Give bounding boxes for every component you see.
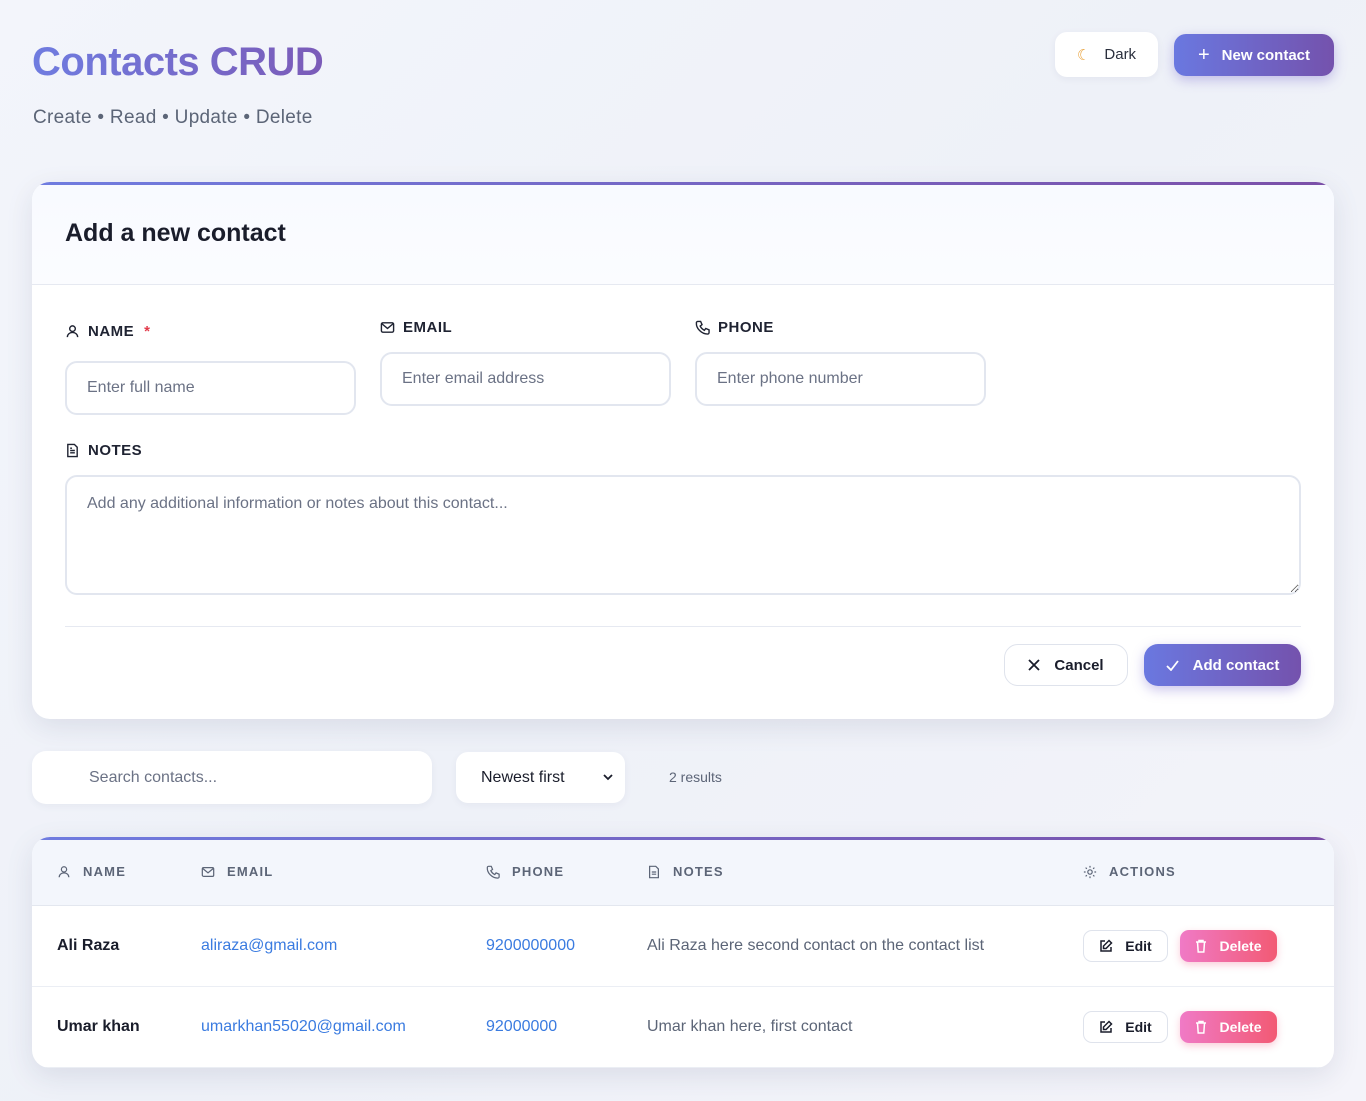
theme-toggle-label: Dark — [1104, 46, 1137, 63]
edit-button[interactable]: Edit — [1083, 1011, 1168, 1043]
notes-label: NOTES — [65, 442, 142, 459]
edit-label: Edit — [1125, 938, 1152, 954]
name-label: NAME * — [65, 323, 151, 340]
add-contact-form: Add a new contact NAME * EMAIL PHONE NOT… — [32, 182, 1334, 719]
contact-email-link[interactable]: aliraza@gmail.com — [201, 937, 337, 955]
search-input[interactable] — [32, 751, 432, 804]
form-header: Add a new contact — [32, 185, 1334, 285]
cancel-label: Cancel — [1054, 656, 1104, 674]
edit-button[interactable]: Edit — [1083, 930, 1168, 962]
contacts-table: NAME EMAIL PHONE NOTES ACTIONS Ali Raza … — [32, 837, 1334, 1068]
document-icon — [65, 443, 80, 458]
phone-label-text: PHONE — [718, 319, 774, 336]
form-title: Add a new contact — [65, 219, 286, 247]
document-icon — [647, 865, 661, 879]
table-row: Ali Raza aliraza@gmail.com 9200000000 Al… — [32, 906, 1334, 987]
check-icon — [1166, 659, 1179, 671]
delete-button[interactable]: Delete — [1180, 930, 1277, 962]
add-contact-button[interactable]: Add contact — [1144, 644, 1301, 686]
mail-icon — [380, 320, 395, 335]
cancel-button[interactable]: Cancel — [1004, 644, 1128, 686]
edit-label: Edit — [1125, 1019, 1152, 1035]
column-header-name: NAME — [57, 864, 126, 879]
chevron-down-icon — [603, 774, 613, 781]
name-label-text: NAME — [88, 323, 135, 340]
mail-icon — [201, 865, 215, 879]
close-icon — [1028, 659, 1041, 671]
column-header-phone: PHONE — [486, 864, 564, 879]
delete-label: Delete — [1219, 1019, 1262, 1035]
trash-icon — [1195, 939, 1207, 953]
phone-label: PHONE — [695, 319, 774, 336]
contact-phone-link[interactable]: 92000000 — [486, 1018, 557, 1036]
contact-notes: Umar khan here, first contact — [647, 1018, 853, 1035]
delete-button[interactable]: Delete — [1180, 1011, 1277, 1043]
column-header-email: EMAIL — [201, 864, 273, 879]
contact-name: Ali Raza — [57, 937, 120, 954]
form-divider — [65, 626, 1301, 627]
contact-name: Umar khan — [57, 1018, 140, 1035]
phone-input[interactable] — [695, 352, 986, 406]
gear-icon — [1083, 865, 1097, 879]
edit-icon — [1099, 939, 1113, 953]
contact-email-link[interactable]: umarkhan55020@gmail.com — [201, 1018, 406, 1036]
moon-icon: ☾ — [1076, 46, 1091, 64]
column-header-phone-text: PHONE — [512, 864, 565, 879]
column-header-name-text: NAME — [83, 864, 127, 879]
column-header-notes: NOTES — [647, 864, 724, 879]
notes-label-text: NOTES — [88, 442, 143, 459]
table-row: Umar khan umarkhan55020@gmail.com 920000… — [32, 987, 1334, 1068]
name-input[interactable] — [65, 361, 356, 415]
sort-select-value: Newest first — [481, 768, 565, 786]
user-icon — [65, 324, 80, 339]
email-label: EMAIL — [380, 319, 452, 336]
email-label-text: EMAIL — [403, 319, 453, 336]
email-input[interactable] — [380, 352, 671, 406]
plus-icon: + — [1197, 44, 1210, 66]
column-header-notes-text: NOTES — [673, 864, 724, 879]
new-contact-button[interactable]: + New contact — [1174, 34, 1334, 76]
contact-notes: Ali Raza here second contact on the cont… — [647, 937, 985, 954]
notes-textarea[interactable] — [65, 475, 1301, 595]
add-contact-label: Add contact — [1192, 656, 1280, 674]
sort-select[interactable]: Newest first — [456, 752, 625, 803]
page-title: Contacts CRUD — [32, 40, 324, 84]
required-mark: * — [144, 323, 151, 340]
page-subtitle: Create • Read • Update • Delete — [33, 107, 313, 128]
column-header-actions-text: ACTIONS — [1109, 864, 1176, 879]
column-header-email-text: EMAIL — [227, 864, 274, 879]
phone-icon — [695, 320, 710, 335]
results-count: 2 results — [669, 769, 722, 785]
contact-phone-link[interactable]: 9200000000 — [486, 937, 575, 955]
theme-toggle-button[interactable]: ☾ Dark — [1055, 32, 1158, 77]
edit-icon — [1099, 1020, 1113, 1034]
user-icon — [57, 865, 71, 879]
trash-icon — [1195, 1020, 1207, 1034]
table-header: NAME EMAIL PHONE NOTES ACTIONS — [32, 840, 1334, 906]
phone-icon — [486, 865, 500, 879]
new-contact-label: New contact — [1221, 46, 1311, 64]
delete-label: Delete — [1219, 938, 1262, 954]
column-header-actions: ACTIONS — [1083, 864, 1176, 879]
